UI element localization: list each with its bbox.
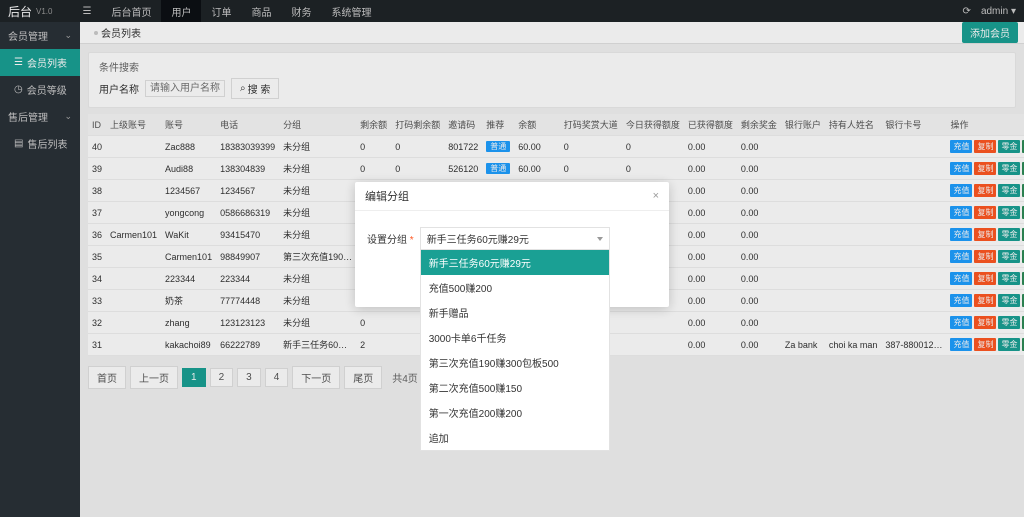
modal-title: 编辑分组: [365, 188, 409, 204]
modal-overlay: 编辑分组 × 设置分组 * 新手三任务60元赚29元 新手三任务60元赚29元充…: [0, 0, 1024, 517]
field-label: 设置分组 *: [367, 231, 414, 246]
dropdown-option[interactable]: 新手赠品: [421, 300, 609, 325]
dropdown-option[interactable]: 新手三任务60元赚29元: [421, 250, 609, 275]
group-dropdown: 新手三任务60元赚29元充值500赚200新手赠品3000卡单6千任务第三次充值…: [420, 249, 610, 451]
dropdown-option[interactable]: 充值500赚200: [421, 275, 609, 300]
dropdown-option[interactable]: 第三次充值190赚300包板500: [421, 350, 609, 375]
dropdown-option[interactable]: 第一次充值200赚200: [421, 400, 609, 425]
dropdown-option[interactable]: 追加: [421, 425, 609, 450]
dropdown-option[interactable]: 3000卡单6千任务: [421, 325, 609, 350]
group-select[interactable]: 新手三任务60元赚29元 新手三任务60元赚29元充值500赚200新手赠品30…: [420, 227, 610, 250]
caret-down-icon: [597, 237, 603, 241]
edit-group-modal: 编辑分组 × 设置分组 * 新手三任务60元赚29元 新手三任务60元赚29元充…: [355, 182, 669, 307]
close-icon[interactable]: ×: [653, 190, 659, 202]
select-value: 新手三任务60元赚29元: [427, 231, 529, 246]
dropdown-option[interactable]: 第二次充值500赚150: [421, 375, 609, 400]
